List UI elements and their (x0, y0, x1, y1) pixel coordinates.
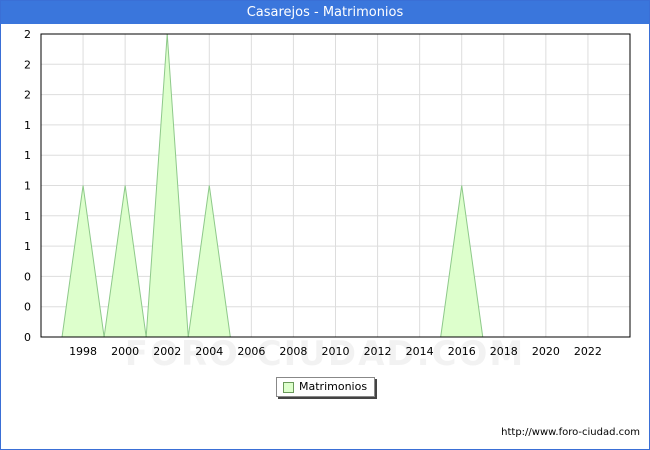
area-peak-1998 (62, 185, 105, 337)
y-tick-label: 0 (24, 331, 31, 344)
source-url: http://www.foro-ciudad.com (501, 427, 640, 438)
x-tick-label: 2020 (532, 345, 560, 358)
y-tick-label: 2 (24, 89, 31, 102)
y-tick-label: 1 (24, 180, 31, 193)
y-tick-label: 1 (24, 210, 31, 223)
y-tick-label: 2 (24, 28, 31, 41)
legend: Matrimonios (276, 377, 375, 397)
y-tick-labels: 0 0 0 1 1 1 1 1 2 2 2 (24, 28, 31, 344)
y-tick-label: 0 (24, 301, 31, 314)
y-tick-label: 1 (24, 149, 31, 162)
y-tick-label: 1 (24, 240, 31, 253)
area-peak-2004 (188, 185, 231, 337)
y-tick-label: 1 (24, 119, 31, 132)
x-tick-label: 2022 (574, 345, 602, 358)
y-tick-label: 2 (24, 58, 31, 71)
area-peak-2000 (104, 185, 147, 337)
area-peak-2016 (440, 185, 483, 337)
watermark: FORO-CIUDAD.COM (125, 334, 526, 374)
legend-label: Matrimonios (299, 380, 368, 393)
y-tick-label: 0 (24, 270, 31, 283)
x-tick-label: 1998 (69, 345, 97, 358)
legend-swatch (283, 382, 294, 393)
